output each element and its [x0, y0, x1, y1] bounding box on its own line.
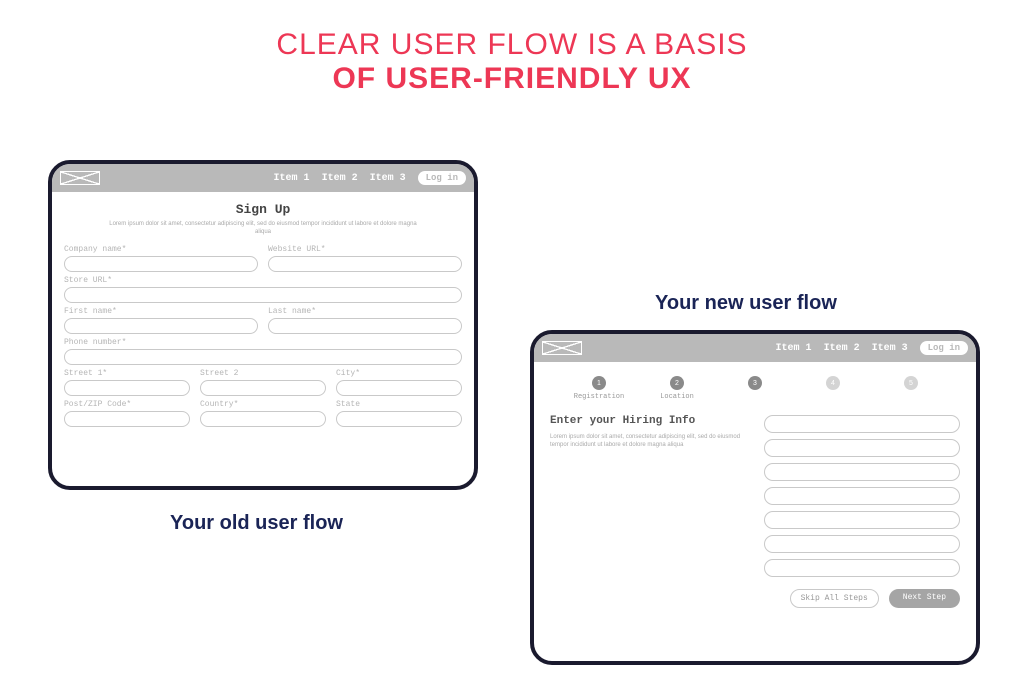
next-button[interactable]: Next Step — [889, 589, 960, 608]
label-company: Company name* — [64, 245, 258, 254]
input-last[interactable] — [268, 318, 462, 334]
caption-new: Your new user flow — [655, 292, 837, 315]
title-line-2: OF USER-FRIENDLY UX — [0, 62, 1024, 96]
new-input-4[interactable] — [764, 487, 960, 505]
input-state[interactable] — [336, 411, 462, 427]
new-right — [764, 415, 960, 577]
label-zip: Post/ZIP Code* — [64, 400, 190, 409]
input-store[interactable] — [64, 287, 462, 303]
new-flow-device: Item 1 Item 2 Item 3 Log in 1 Registratio… — [530, 330, 980, 665]
step-label: Location — [649, 393, 705, 401]
label-website: Website URL* — [268, 245, 462, 254]
label-phone: Phone number* — [64, 338, 462, 347]
page-title: CLEAR USER FLOW IS A BASIS OF USER-FRIEN… — [0, 0, 1024, 96]
login-button[interactable]: Log in — [920, 341, 968, 355]
new-left: Enter your Hiring Info Lorem ipsum dolor… — [550, 415, 746, 577]
nav-item-1[interactable]: Item 1 — [776, 343, 812, 354]
step-5[interactable]: 5 — [883, 376, 939, 401]
new-input-2[interactable] — [764, 439, 960, 457]
hiring-heading: Enter your Hiring Info — [550, 415, 746, 427]
input-zip[interactable] — [64, 411, 190, 427]
label-last: Last name* — [268, 307, 462, 316]
skip-button[interactable]: Skip All Steps — [790, 589, 879, 608]
label-street2: Street 2 — [200, 369, 326, 378]
input-first[interactable] — [64, 318, 258, 334]
nav-item-2[interactable]: Item 2 — [824, 343, 860, 354]
old-form-body: Company name* Website URL* Store URL* Fi… — [52, 245, 474, 427]
step-3[interactable]: 3 — [727, 376, 783, 401]
input-street1[interactable] — [64, 380, 190, 396]
hiring-lorem: Lorem ipsum dolor sit amet, consectetur … — [550, 433, 746, 450]
input-street2[interactable] — [200, 380, 326, 396]
old-flow-device: Item 1 Item 2 Item 3 Log in Sign Up Lore… — [48, 160, 478, 490]
logo-placeholder-icon — [542, 341, 582, 355]
caption-old: Your old user flow — [170, 512, 343, 535]
new-input-1[interactable] — [764, 415, 960, 433]
step-circle-icon: 4 — [826, 376, 840, 390]
new-body: Enter your Hiring Info Lorem ipsum dolor… — [534, 405, 976, 577]
step-label: Registration — [571, 393, 627, 401]
new-input-6[interactable] — [764, 535, 960, 553]
input-company[interactable] — [64, 256, 258, 272]
nav-item-2[interactable]: Item 2 — [322, 173, 358, 184]
label-country: Country* — [200, 400, 326, 409]
label-city: City* — [336, 369, 462, 378]
old-topbar: Item 1 Item 2 Item 3 Log in — [52, 164, 474, 192]
new-topbar: Item 1 Item 2 Item 3 Log in — [534, 334, 976, 362]
new-input-7[interactable] — [764, 559, 960, 577]
step-circle-icon: 2 — [670, 376, 684, 390]
new-input-5[interactable] — [764, 511, 960, 529]
step-4[interactable]: 4 — [805, 376, 861, 401]
stepper: 1 Registration 2 Location 3 4 5 — [534, 362, 976, 405]
step-circle-icon: 3 — [748, 376, 762, 390]
label-store: Store URL* — [64, 276, 462, 285]
new-input-3[interactable] — [764, 463, 960, 481]
input-city[interactable] — [336, 380, 462, 396]
label-street1: Street 1* — [64, 369, 190, 378]
nav-item-3[interactable]: Item 3 — [370, 173, 406, 184]
title-line-1: CLEAR USER FLOW IS A BASIS — [0, 28, 1024, 62]
step-circle-icon: 5 — [904, 376, 918, 390]
input-country[interactable] — [200, 411, 326, 427]
step-circle-icon: 1 — [592, 376, 606, 390]
step-1[interactable]: 1 Registration — [571, 376, 627, 401]
signup-heading: Sign Up — [52, 202, 474, 217]
nav-item-3[interactable]: Item 3 — [872, 343, 908, 354]
new-footer: Skip All Steps Next Step — [534, 577, 976, 608]
step-2[interactable]: 2 Location — [649, 376, 705, 401]
nav-item-1[interactable]: Item 1 — [274, 173, 310, 184]
label-state: State — [336, 400, 462, 409]
label-first: First name* — [64, 307, 258, 316]
login-button[interactable]: Log in — [418, 171, 466, 185]
signup-lorem: Lorem ipsum dolor sit amet, consectetur … — [52, 217, 474, 245]
input-phone[interactable] — [64, 349, 462, 365]
input-website[interactable] — [268, 256, 462, 272]
logo-placeholder-icon — [60, 171, 100, 185]
